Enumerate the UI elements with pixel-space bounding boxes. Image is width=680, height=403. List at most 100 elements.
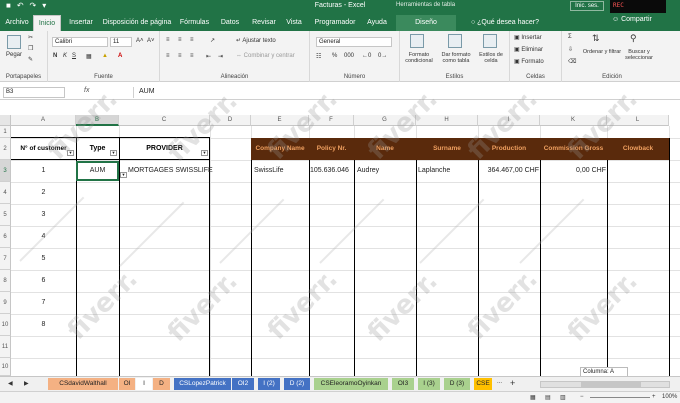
orientation-icon[interactable]: ↗ xyxy=(210,37,215,44)
row-header-11[interactable]: 11 xyxy=(0,336,11,358)
format-painter-icon[interactable]: ✎ xyxy=(28,56,33,63)
number-format-select[interactable]: General xyxy=(316,37,392,47)
zoom-out-icon[interactable]: − xyxy=(580,394,584,400)
more-sheets-button[interactable]: ... xyxy=(497,379,502,385)
find-select-icon[interactable]: ⚲ xyxy=(630,33,637,44)
middle-align-icon[interactable]: ≡ xyxy=(178,37,182,43)
cell-customer-number[interactable]: 2 xyxy=(11,185,76,201)
zoom-level[interactable]: 100% xyxy=(662,394,677,400)
sheet-tab-csdavidwalthall[interactable]: CSdavidWalthall xyxy=(48,378,118,390)
row-header-4[interactable]: 4 xyxy=(0,182,11,204)
cell-type-selected[interactable]: AUM xyxy=(76,161,119,181)
tab-insertar[interactable]: Insertar xyxy=(66,15,96,31)
sheet-tab-cslopezpatrick[interactable]: CSLopezPatrick xyxy=(174,378,231,390)
tab-revisar[interactable]: Revisar xyxy=(248,15,280,31)
align-left-icon[interactable]: ≡ xyxy=(166,53,170,59)
tab-archivo[interactable]: Archivo xyxy=(3,15,31,31)
bottom-align-icon[interactable]: ≡ xyxy=(190,37,194,43)
tab-inicio[interactable]: Inicio xyxy=(33,15,61,31)
tab-programador[interactable]: Programador xyxy=(310,15,360,31)
page-break-view-icon[interactable]: ▥ xyxy=(560,394,566,401)
cell-customer-number[interactable]: 7 xyxy=(11,295,76,311)
normal-view-icon[interactable]: ▦ xyxy=(530,394,536,401)
cell-dropdown-icon[interactable]: ▼ xyxy=(120,172,127,178)
borders-icon[interactable]: ▦ xyxy=(86,53,92,60)
paste-icon[interactable] xyxy=(7,35,21,49)
tab-vista[interactable]: Vista xyxy=(282,15,306,31)
percent-button[interactable]: % xyxy=(332,53,337,59)
cell-name[interactable]: Audrey xyxy=(357,163,379,179)
cell-provider[interactable]: MORTGAGES SWISSLIFE xyxy=(128,163,213,179)
sheet-tab-oi2[interactable]: OI2 xyxy=(232,378,254,390)
row-header-6[interactable]: 6 xyxy=(0,226,11,248)
row-header-9[interactable]: 9 xyxy=(0,292,11,314)
cell-commission-gross[interactable]: 0,00 CHF xyxy=(540,163,606,179)
cell-policy-nr[interactable]: 105.636.046 xyxy=(310,163,349,179)
increase-decimal-icon[interactable]: ←0 xyxy=(362,53,371,59)
sheet-tab-oi[interactable]: OI xyxy=(119,378,135,390)
cell-customer-number[interactable]: 6 xyxy=(11,273,76,289)
top-align-icon[interactable]: ≡ xyxy=(166,37,170,43)
sheet-tab-cseleoramooyinkan[interactable]: CSEleoramoOyinkan xyxy=(314,378,388,390)
sort-filter-icon[interactable]: ⇅ xyxy=(592,33,600,44)
insert-cells-button[interactable]: ▣ Insertar xyxy=(514,34,542,41)
sheet-tab-d2[interactable]: D (2) xyxy=(284,378,310,390)
underline-button[interactable]: S xyxy=(72,53,76,59)
filter-dropdown-icon[interactable]: ▼ xyxy=(110,150,117,156)
copy-icon[interactable]: ❐ xyxy=(28,45,33,52)
sheet-tab-i3[interactable]: I (3) xyxy=(418,378,440,390)
increase-indent-icon[interactable]: ⇥ xyxy=(218,53,223,60)
sheet-tab-cse[interactable]: CSE xyxy=(474,378,492,390)
format-cells-button[interactable]: ▣ Formato xyxy=(514,58,544,65)
row-header-12[interactable]: 10 xyxy=(0,358,11,376)
tab-datos[interactable]: Datos xyxy=(215,15,245,31)
cell-company-name[interactable]: SwissLife xyxy=(254,163,284,179)
scrollbar-thumb[interactable] xyxy=(581,382,641,387)
fill-color-icon[interactable]: ▲ xyxy=(102,53,108,59)
italic-button[interactable]: K xyxy=(63,53,67,59)
sheet-tab-i[interactable]: I xyxy=(136,378,152,390)
row-header-3[interactable]: 3 xyxy=(0,160,11,182)
prev-sheet-icon[interactable]: ◀ xyxy=(8,380,13,387)
sign-in-button[interactable]: Inic. ses. xyxy=(570,1,604,11)
cut-icon[interactable]: ✂ xyxy=(28,34,33,41)
row-header-7[interactable]: 7 xyxy=(0,248,11,270)
sheet-tab-d[interactable]: D xyxy=(153,378,170,390)
function-icon[interactable]: fx xyxy=(84,87,89,94)
row-header-1[interactable]: 1 xyxy=(0,126,11,138)
format-as-table-icon[interactable] xyxy=(448,34,462,48)
add-sheet-button[interactable]: + xyxy=(510,378,515,388)
row-header-8[interactable]: 8 xyxy=(0,270,11,292)
conditional-format-icon[interactable] xyxy=(410,34,424,48)
clear-icon[interactable]: ⌫ xyxy=(568,58,576,65)
horizontal-scrollbar[interactable] xyxy=(540,381,670,388)
shrink-font-icon[interactable]: A˅ xyxy=(147,38,155,44)
align-center-icon[interactable]: ≡ xyxy=(178,53,182,59)
cell-customer-number[interactable]: 1 xyxy=(11,163,76,179)
fill-icon[interactable]: ⇩ xyxy=(568,46,573,53)
cell-production[interactable]: 364.467,00 CHF xyxy=(478,163,539,179)
find-select-button[interactable]: Buscar y seleccionar xyxy=(618,49,660,61)
tab-page-layout[interactable]: Disposición de página xyxy=(100,15,174,31)
page-layout-view-icon[interactable]: ▤ xyxy=(545,394,551,401)
tab-formulas[interactable]: Fórmulas xyxy=(177,15,212,31)
thousands-button[interactable]: 000 xyxy=(344,53,354,59)
tab-ayuda[interactable]: Ayuda xyxy=(363,15,391,31)
delete-cells-button[interactable]: ▣ Eliminar xyxy=(514,46,543,53)
bold-button[interactable]: N xyxy=(53,53,57,59)
tell-me-search[interactable]: ○ ¿Qué desea hacer? xyxy=(470,15,540,31)
cell-styles-button[interactable]: Estilos de celda xyxy=(474,52,508,64)
format-as-table-button[interactable]: Dar formato como tabla xyxy=(438,52,474,64)
share-button[interactable]: ☺ Compartir xyxy=(612,16,652,23)
merge-center-button[interactable]: ⇔ Combinar y centrar xyxy=(236,53,295,59)
row-header-2[interactable]: 2 xyxy=(0,138,11,160)
select-all-corner[interactable] xyxy=(0,115,11,126)
grow-font-icon[interactable]: A˄ xyxy=(136,38,144,44)
name-box[interactable]: B3 xyxy=(3,87,65,98)
sheet-tab-d3[interactable]: D (3) xyxy=(444,378,470,390)
align-right-icon[interactable]: ≡ xyxy=(190,53,194,59)
cell-styles-icon[interactable] xyxy=(483,34,497,48)
autosum-icon[interactable]: Σ xyxy=(568,34,572,40)
currency-icon[interactable]: ☷ xyxy=(316,53,321,60)
decrease-decimal-icon[interactable]: 0→ xyxy=(378,53,387,59)
